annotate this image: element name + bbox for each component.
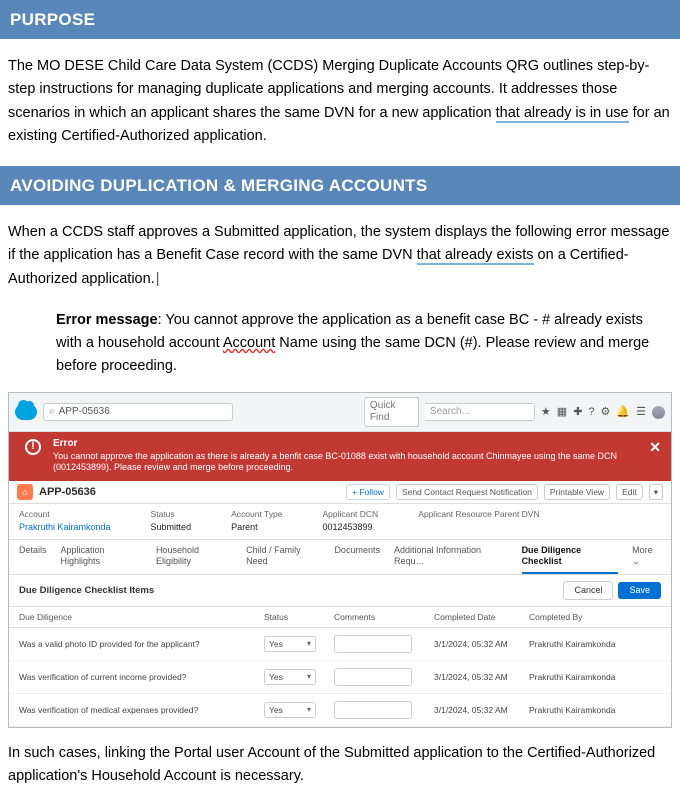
screenshot-container: ⌕ APP-05636 Quick Find Search... ★ ▦ ✚ ?… (8, 392, 672, 728)
tab-details[interactable]: Details (19, 545, 47, 574)
quick-find-input[interactable]: Quick Find (364, 397, 419, 427)
row-completed-by: Prakruthi Kairamkonda (529, 705, 661, 715)
tab-app-highlights[interactable]: Application Highlights (61, 545, 142, 574)
row-completed-by: Prakruthi Kairamkonda (529, 639, 661, 649)
purpose-paragraph: The MO DESE Child Care Data System (CCDS… (8, 55, 672, 148)
grid-icon[interactable]: ▦ (557, 406, 567, 419)
tab-household-eligibility[interactable]: Household Eligibility (156, 545, 232, 574)
status-value: Yes (269, 705, 283, 715)
purpose-header: Purpose (0, 0, 680, 39)
bell-icon[interactable]: 🔔 (616, 406, 630, 419)
cancel-button[interactable]: Cancel (563, 581, 613, 600)
ddci-bar: Due Diligence Checklist Items Cancel Sav… (9, 575, 671, 607)
row-question: Was a valid photo ID provided for the ap… (19, 639, 264, 649)
follow-button[interactable]: + Follow (346, 484, 390, 500)
status-label: Status (151, 509, 192, 519)
row-completed-date: 3/1/2024, 05:32 AM (434, 639, 529, 649)
error-title: Error (53, 438, 649, 451)
help-icon[interactable]: ? (588, 406, 594, 419)
edit-button[interactable]: Edit (616, 484, 643, 500)
col-comments: Comments (334, 612, 434, 622)
gear-icon[interactable]: ⚙ (601, 406, 611, 419)
tab-additional-info[interactable]: Additional Information Requ… (394, 545, 508, 574)
close-icon[interactable]: ✕ (649, 439, 661, 457)
notification-button[interactable]: Send Contact Request Notification (396, 484, 538, 500)
avoid-underline: that already exists (417, 247, 534, 265)
error-text: You cannot approve the application as th… (53, 451, 649, 474)
error-message-paragraph: Error message: You cannot approve the ap… (56, 309, 672, 379)
applicant-dcn-label: Applicant DCN (322, 509, 378, 519)
comments-input[interactable] (334, 668, 412, 686)
avatar[interactable] (652, 406, 665, 419)
row-completed-by: Prakruthi Kairamkonda (529, 672, 661, 682)
tab-child-family-need[interactable]: Child / Family Need (246, 545, 320, 574)
col-completed-by: Completed By (529, 612, 661, 622)
tab-due-diligence-checklist[interactable]: Due Diligence Checklist (522, 545, 619, 574)
error-squiggle: Account (223, 335, 275, 351)
row-question: Was verification of medical expenses pro… (19, 705, 264, 715)
record-title: APP-05636 (39, 486, 96, 499)
account-type-value: Parent (231, 522, 282, 533)
status-select[interactable]: Yes ▾ (264, 669, 316, 685)
comments-input[interactable] (334, 635, 412, 653)
secondary-search-input[interactable]: Search... (425, 403, 535, 421)
status-value: Yes (269, 672, 283, 682)
row-question: Was verification of current income provi… (19, 672, 264, 682)
record-info-row: Account Prakruthi Kairamkonda Status Sub… (9, 504, 671, 540)
account-link[interactable]: Prakruthi Kairamkonda (19, 522, 111, 533)
printable-view-button[interactable]: Printable View (544, 484, 610, 500)
tab-documents[interactable]: Documents (334, 545, 380, 574)
error-label: Error message (56, 312, 158, 328)
tab-more[interactable]: More ⌄ (632, 545, 661, 574)
tab-bar: Details Application Highlights Household… (9, 540, 671, 575)
status-select[interactable]: Yes ▾ (264, 636, 316, 652)
search-value: APP-05636 (59, 406, 110, 418)
star-icon[interactable]: ★ (541, 406, 551, 419)
table-row: Was verification of medical expenses pro… (9, 694, 671, 727)
sf-topbar: ⌕ APP-05636 Quick Find Search... ★ ▦ ✚ ?… (9, 393, 671, 432)
house-icon: ⌂ (17, 484, 33, 500)
salesforce-cloud-icon (15, 404, 37, 420)
chevron-down-icon: ▾ (307, 672, 311, 682)
purpose-underline: that already is in use (496, 105, 629, 123)
col-completed-date: Completed Date (434, 612, 529, 622)
chevron-down-icon: ▾ (307, 705, 311, 715)
account-label: Account (19, 509, 111, 519)
status-select[interactable]: Yes ▾ (264, 702, 316, 718)
status-value: Submitted (151, 522, 192, 533)
table-header: Due Diligence Status Comments Completed … (9, 607, 671, 628)
avoiding-paragraph: When a CCDS staff approves a Submitted a… (8, 221, 672, 291)
after-paragraph: In such cases, linking the Portal user A… (8, 742, 672, 788)
header-icons: ★ ▦ ✚ ? ⚙ 🔔 ☰ (541, 406, 665, 419)
avoiding-header: Avoiding Duplication & Merging Accounts (0, 166, 680, 205)
chevron-down-icon: ▾ (307, 639, 311, 649)
table-row: Was a valid photo ID provided for the ap… (9, 628, 671, 661)
comments-input[interactable] (334, 701, 412, 719)
error-banner: ! Error You cannot approve the applicati… (9, 432, 671, 481)
save-button[interactable]: Save (618, 582, 661, 599)
account-type-label: Account Type (231, 509, 282, 519)
menu-icon[interactable]: ☰ (636, 406, 646, 419)
plus-icon[interactable]: ✚ (573, 406, 582, 419)
applicant-dcn-value: 0012453899 (322, 522, 378, 533)
error-icon: ! (25, 439, 41, 455)
status-value: Yes (269, 639, 283, 649)
col-status: Status (264, 612, 334, 622)
global-search-input[interactable]: ⌕ APP-05636 (43, 403, 233, 421)
row-completed-date: 3/1/2024, 05:32 AM (434, 672, 529, 682)
more-actions-button[interactable]: ▾ (649, 484, 663, 500)
record-header-bar: ⌂ APP-05636 + Follow Send Contact Reques… (9, 481, 671, 504)
search-icon: ⌕ (49, 406, 55, 418)
table-row: Was verification of current income provi… (9, 661, 671, 694)
resource-dvn-label: Applicant Resource Parent DVN (418, 509, 539, 519)
col-due-diligence: Due Diligence (19, 612, 264, 622)
ddci-title: Due Diligence Checklist Items (19, 585, 154, 596)
row-completed-date: 3/1/2024, 05:32 AM (434, 705, 529, 715)
